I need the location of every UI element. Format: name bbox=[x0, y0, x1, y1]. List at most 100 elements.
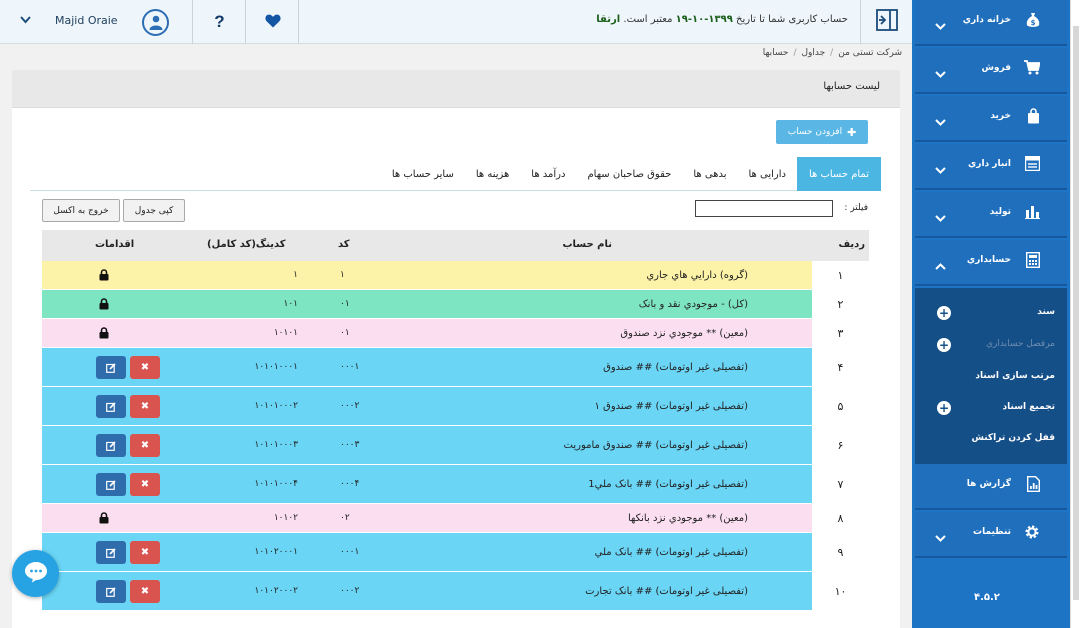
scrollbar-thumb[interactable] bbox=[1073, 26, 1079, 600]
delete-button[interactable]: ✖ bbox=[130, 472, 160, 496]
edit-button[interactable] bbox=[96, 355, 126, 379]
table-row[interactable]: ۶ (تفصیلی غیر اوتومات) ## صندوق ماموريت … bbox=[42, 426, 869, 465]
lock-icon bbox=[99, 290, 109, 318]
tab-income[interactable]: درآمد ها bbox=[520, 157, 576, 191]
tab-liabilities[interactable]: بدهی ها bbox=[682, 157, 737, 191]
header-row-number[interactable]: ردیف bbox=[838, 239, 865, 250]
chevron-down-icon bbox=[935, 111, 946, 130]
account-full-code: ۱۰۱۰۲ bbox=[273, 513, 298, 523]
account-code: ۰۰۰۲ bbox=[340, 401, 360, 411]
account-code: ۰۰۰۱ bbox=[340, 547, 360, 557]
chevron-up-icon bbox=[935, 255, 946, 274]
row-number: ۷ bbox=[812, 465, 869, 503]
sidebar-item-treasury[interactable]: خزانه داري $ bbox=[915, 0, 1067, 46]
top-bar: Majid Oraie ? حساب کاربری شما تا تاریخ ۱… bbox=[0, 0, 912, 44]
edit-button[interactable] bbox=[96, 540, 126, 564]
sidebar-item-label: حسابداري bbox=[966, 255, 1011, 265]
sidebar-item-production[interactable]: توليد bbox=[915, 192, 1067, 238]
header-account-name[interactable]: نام حساب bbox=[562, 239, 612, 250]
sidebar-scrollbar[interactable] bbox=[1070, 0, 1080, 628]
breadcrumb-item-tables[interactable]: جداول bbox=[801, 48, 825, 58]
delete-button[interactable]: ✖ bbox=[130, 433, 160, 457]
table-row[interactable]: ۴ (تفصیلی غیر اوتومات) ## صندوق ۰۰۰۱ ۱۰۱… bbox=[42, 348, 869, 387]
sidebar-item-accounting[interactable]: حسابداري bbox=[915, 240, 1067, 286]
chevron-down-icon[interactable] bbox=[20, 14, 31, 27]
report-icon bbox=[1027, 476, 1040, 496]
upgrade-link[interactable]: ارتقا bbox=[596, 14, 620, 25]
breadcrumb-separator: / bbox=[793, 48, 797, 58]
table-row[interactable]: ۱۰ (تفصیلی غیر اوتومات) ## بانک تجارت ۰۰… bbox=[42, 572, 869, 611]
row-actions: ✖ bbox=[96, 465, 160, 503]
table-row[interactable]: ۷ (تفصیلی غیر اوتومات) ## بانک ملي1 ۰۰۰۴… bbox=[42, 465, 869, 504]
account-name: (معین) ** موجودي نزد صندوق bbox=[620, 327, 748, 339]
delete-button[interactable]: ✖ bbox=[130, 355, 160, 379]
tab-assets[interactable]: دارایی ها bbox=[737, 157, 796, 191]
export-excel-button[interactable]: خروج به اکسل bbox=[42, 199, 120, 222]
account-code: ۰۰۰۲ bbox=[340, 586, 360, 596]
sidebar-item-label: گزارش ها bbox=[966, 479, 1011, 489]
edit-button[interactable] bbox=[96, 394, 126, 418]
row-body: (معین) ** موجودي نزد صندوق ۰۱ ۱۰۱۰۱ bbox=[42, 319, 812, 347]
tab-all-accounts[interactable]: تمام حساب ها bbox=[796, 157, 881, 191]
submenu-item-lock-transactions[interactable]: قفل کردن تراکنش bbox=[972, 433, 1056, 443]
add-account-button[interactable]: ✚ افزودن حساب bbox=[776, 120, 868, 144]
sidebar-item-warehouse[interactable]: انبار داري bbox=[915, 144, 1067, 190]
edit-button[interactable] bbox=[96, 472, 126, 496]
sidebar-item-sales[interactable]: فروش bbox=[915, 48, 1067, 94]
table-row[interactable]: ۲ (کل) - موجودي نقد و بانک ۰۱ ۱۰۱ bbox=[42, 290, 869, 319]
add-merge-icon[interactable]: + bbox=[937, 401, 951, 415]
sidebar-item-purchase[interactable]: خريد bbox=[915, 96, 1067, 142]
sidebar-toggle-button[interactable] bbox=[860, 0, 912, 44]
table-row[interactable]: ۸ (معین) ** موجودي نزد بانکها ۰۲ ۱۰۱۰۲ bbox=[42, 504, 869, 533]
sidebar-item-label: تنظيمات bbox=[973, 527, 1011, 537]
account-name: (تفصیلی غیر اوتومات) ## صندوق bbox=[603, 361, 748, 373]
sidebar: خزانه داري $ فروش خريد انبار داري توليد … bbox=[912, 0, 1080, 628]
user-menu[interactable]: Majid Oraie bbox=[0, 0, 193, 44]
edit-icon bbox=[106, 475, 116, 494]
add-ledger-icon[interactable]: + bbox=[937, 338, 951, 352]
favorites-button[interactable] bbox=[247, 0, 299, 44]
table-row[interactable]: ۹ (تفصیلی غیر اوتومات) ## بانک ملي ۰۰۰۱ … bbox=[42, 533, 869, 572]
delete-button[interactable]: ✖ bbox=[130, 540, 160, 564]
chevron-down-icon bbox=[935, 159, 946, 178]
copy-table-button[interactable]: کپی جدول bbox=[123, 199, 185, 222]
subscription-text-prefix: حساب کاربری شما تا تاریخ bbox=[736, 14, 848, 25]
table-row[interactable]: ۳ (معین) ** موجودي نزد صندوق ۰۱ ۱۰۱۰۱ bbox=[42, 319, 869, 348]
edit-button[interactable] bbox=[96, 579, 126, 603]
header-code[interactable]: کد bbox=[338, 239, 350, 250]
row-body: (تفصیلی غیر اوتومات) ## بانک تجارت ۰۰۰۲ … bbox=[42, 572, 812, 610]
chat-button[interactable] bbox=[12, 550, 59, 597]
account-full-code: ۱۰۱۰۱ bbox=[273, 328, 298, 338]
row-number: ۳ bbox=[812, 319, 869, 347]
chevron-down-icon bbox=[935, 15, 946, 34]
submenu-item-ledger[interactable]: مرفصل حسابداري bbox=[986, 339, 1055, 349]
header-full-code[interactable]: کدینگ(کد کامل) bbox=[207, 239, 286, 250]
subscription-text-suffix: معتبر است. bbox=[623, 14, 673, 25]
account-name: (تفصیلی غیر اوتومات) ## بانک تجارت bbox=[585, 585, 748, 597]
submenu-item-merge-vouchers[interactable]: تجمیع اسناد bbox=[1003, 402, 1055, 412]
row-number: ۸ bbox=[812, 504, 869, 532]
lock-icon bbox=[99, 261, 109, 289]
user-avatar-icon[interactable] bbox=[142, 9, 169, 36]
table-row[interactable]: ۱ (گروه) دارايي هاي جاري ۱ ۱ bbox=[42, 261, 869, 290]
add-voucher-icon[interactable]: + bbox=[937, 306, 951, 320]
tab-equity[interactable]: حقوق صاحبان سهام bbox=[576, 157, 682, 191]
help-button[interactable]: ? bbox=[194, 0, 246, 44]
filter-input[interactable] bbox=[695, 200, 833, 217]
tab-expenses[interactable]: هزینه ها bbox=[465, 157, 520, 191]
edit-button[interactable] bbox=[96, 433, 126, 457]
submenu-item-sort-vouchers[interactable]: مرتب سازی اسناد bbox=[975, 371, 1055, 381]
sidebar-item-settings[interactable]: تنظيمات bbox=[915, 512, 1067, 558]
plus-icon: ✚ bbox=[847, 125, 857, 139]
breadcrumb-item-company[interactable]: شرکت تستی من bbox=[838, 48, 902, 58]
panel-header: لیست حسابها bbox=[12, 70, 900, 108]
account-name: (معین) ** موجودي نزد بانکها bbox=[627, 512, 748, 524]
heart-icon bbox=[264, 13, 281, 32]
delete-button[interactable]: ✖ bbox=[130, 579, 160, 603]
delete-button[interactable]: ✖ bbox=[130, 394, 160, 418]
table-row[interactable]: ۵ (تفصیلی غیر اوتومات) ## صندوق ۱ ۰۰۰۲ ۱… bbox=[42, 387, 869, 426]
sidebar-item-reports[interactable]: گزارش ها bbox=[915, 464, 1067, 510]
submenu-item-voucher[interactable]: سند bbox=[1037, 307, 1055, 317]
tab-other-accounts[interactable]: سایر حساب ها bbox=[381, 157, 465, 191]
account-name: (تفصیلی غیر اوتومات) ## صندوق ماموريت bbox=[563, 439, 748, 451]
